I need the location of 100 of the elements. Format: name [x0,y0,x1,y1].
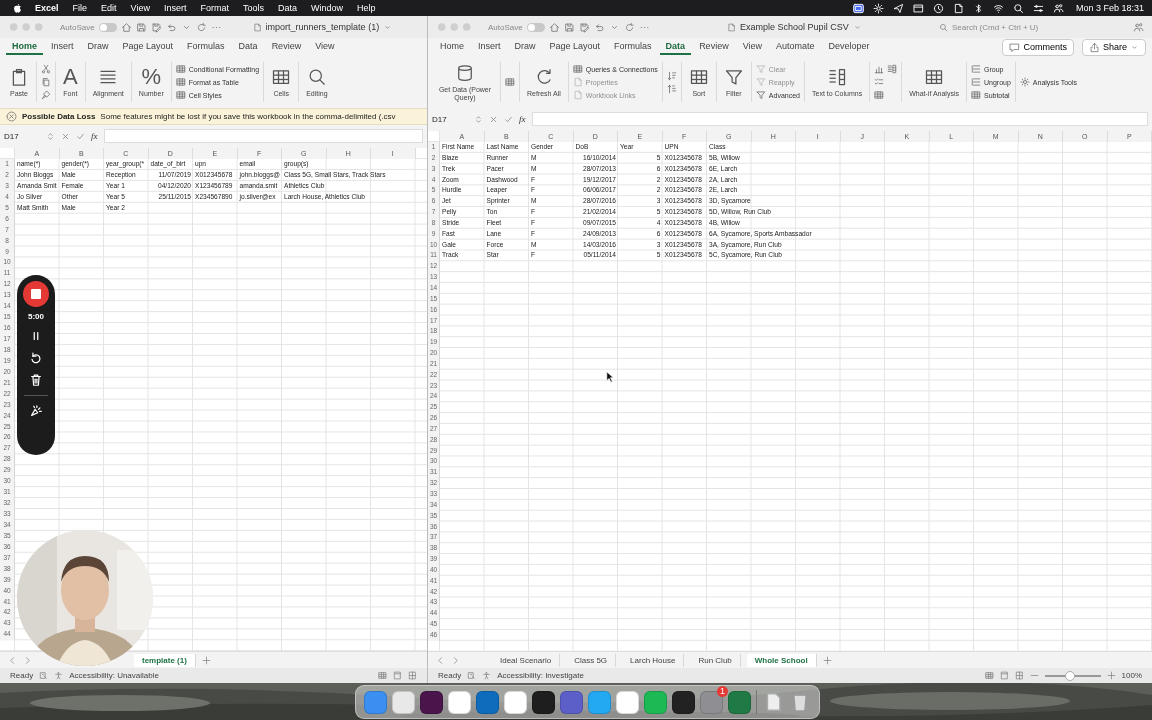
add-sheet-icon[interactable] [822,655,832,665]
brush-icon[interactable] [41,90,51,100]
menu-item[interactable]: View [130,3,150,13]
next-sheet-icon[interactable] [451,655,460,665]
ribbon-tab[interactable]: Formulas [181,39,231,55]
ribbon-tab[interactable]: Data [232,39,264,55]
previous-sheet-icon[interactable] [436,655,445,665]
autosave-toggle[interactable] [526,22,545,32]
checklist-icon[interactable] [874,77,885,87]
menu-item[interactable]: Edit [101,3,117,13]
save-icon[interactable] [563,21,575,33]
ribbon-tab[interactable]: Automate [770,39,821,55]
add-sheet-icon[interactable] [201,655,211,665]
ribbon-tab[interactable]: Page Layout [543,39,607,55]
undo-icon[interactable] [593,21,605,33]
wifi-icon[interactable] [992,2,1004,14]
copy-icon[interactable] [41,77,51,87]
home-icon[interactable] [548,21,560,33]
accessibility-status[interactable]: Accessibility: Investigate [497,671,584,680]
normal-view-icon[interactable] [378,671,387,680]
page-break-icon[interactable] [1014,671,1024,680]
menu-app-name[interactable]: Excel [35,3,59,13]
menu-item[interactable]: Insert [163,3,187,13]
screen-record-icon[interactable] [852,2,864,14]
stop-button[interactable] [22,280,50,308]
previous-sheet-icon[interactable] [8,655,17,665]
formula-field[interactable] [531,112,1148,126]
search-field[interactable]: Search (Cmd + Ctrl + U) [952,22,1122,32]
ribbon-tab[interactable]: Review [693,39,735,55]
apple-logo-icon[interactable] [12,2,23,14]
menu-item[interactable]: Data [277,3,297,13]
sortdown-icon[interactable] [666,83,677,94]
accessibility-icon [54,671,64,680]
save-icon[interactable] [135,21,147,33]
ribbon-tab[interactable]: Data [659,39,692,55]
sheet-tab[interactable]: Run Club [690,653,741,667]
clock-icon[interactable] [932,2,944,14]
users-icon[interactable] [1052,2,1064,14]
sheet-tab[interactable]: Ideal Scenario [492,653,561,667]
chart-icon[interactable] [874,64,885,74]
ribbon-tab[interactable]: Page Layout [116,39,180,55]
sheet-tab[interactable]: Class 5G [566,653,617,667]
undo-icon[interactable] [165,21,177,33]
zoom-slider-handle[interactable] [1064,670,1075,681]
ribbon-tab[interactable]: Home [6,39,43,55]
zoom-level[interactable]: 100% [1121,671,1142,680]
next-sheet-icon[interactable] [23,655,32,665]
trash-icon[interactable] [29,373,43,387]
scissors-icon[interactable] [41,64,51,74]
sparkle-icon[interactable] [29,404,43,418]
normal-view-icon[interactable] [984,671,994,680]
function-label[interactable]: fx [91,131,98,141]
redo-icon[interactable] [195,21,207,33]
page-layout-icon[interactable] [393,671,402,680]
menu-item[interactable]: Window [311,3,343,13]
ribbon-tab[interactable]: View [736,39,768,55]
table-icon[interactable] [874,90,885,100]
ribbon-tab[interactable]: Draw [508,39,542,55]
share-button[interactable]: Share [1081,38,1146,56]
sort-icon[interactable] [666,70,677,81]
sheet-tab[interactable]: template (1) [134,653,196,667]
zoom-in-icon[interactable] [1106,671,1116,680]
gear-icon[interactable] [872,2,884,14]
menu-item[interactable]: Help [357,3,376,13]
send-icon[interactable] [892,2,904,14]
name-box[interactable]: D17 [432,114,468,124]
ribbon-tab[interactable]: Insert [45,39,80,55]
columns-icon[interactable] [887,64,898,74]
close-icon[interactable] [6,111,17,122]
saveas-icon[interactable] [578,21,590,33]
menu-item[interactable]: Tools [242,3,264,13]
comments-button[interactable]: Comments [1002,38,1074,56]
autosave-toggle[interactable] [98,22,117,32]
menu-bar-clock[interactable]: Mon 3 Feb 18:31 [1075,3,1144,13]
formula-field[interactable] [103,129,423,143]
search-icon[interactable] [1012,2,1024,14]
page-layout-icon[interactable] [999,671,1009,680]
sheet-tab[interactable]: Larch House [622,653,685,667]
sheet-tab[interactable]: Whole School [746,653,817,667]
toggles-icon[interactable] [1032,2,1044,14]
ribbon-tab[interactable]: Formulas [608,39,658,55]
window-icon[interactable] [912,2,924,14]
ribbon-tab[interactable]: Home [434,39,470,55]
ribbon-tab[interactable]: View [309,39,341,55]
table-icon[interactable] [505,77,515,87]
redo-icon[interactable] [623,21,635,33]
ribbon-tab[interactable]: Draw [81,39,115,55]
ribbon-tab[interactable]: Insert [472,39,507,55]
menu-item[interactable]: File [72,3,88,13]
ribbon-tab[interactable]: Developer [822,39,876,55]
accessibility-status[interactable]: Accessibility: Unavailable [69,671,159,680]
page-break-icon[interactable] [408,671,417,680]
doc-icon[interactable] [952,2,964,14]
function-label[interactable]: fx [519,114,526,124]
ribbon-tab[interactable]: Review [265,39,308,55]
restart-icon[interactable] [29,351,43,365]
name-box[interactable]: D17 [4,131,40,141]
home-icon[interactable] [120,21,132,33]
saveas-icon[interactable] [150,21,162,33]
menu-item[interactable]: Format [200,3,229,13]
